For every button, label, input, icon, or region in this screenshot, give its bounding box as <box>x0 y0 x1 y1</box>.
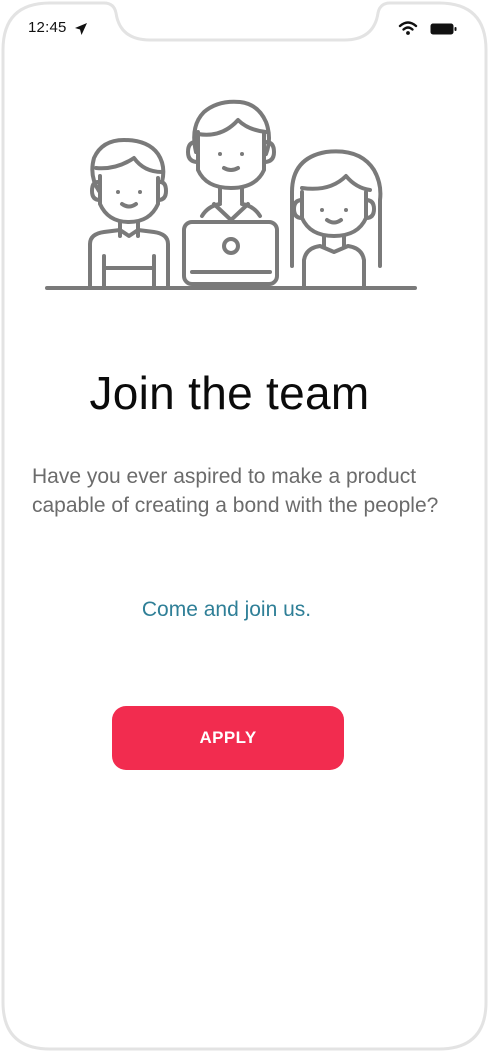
man-center-icon <box>182 99 279 286</box>
girl-right-icon <box>290 149 383 288</box>
boy-left-icon <box>88 138 170 288</box>
apply-button[interactable]: APPLY <box>112 706 344 770</box>
wifi-icon <box>398 21 418 35</box>
team-illustration-icon <box>45 99 417 290</box>
phone-screen: 12:45 Join the team Have you ever aspire… <box>0 0 489 1052</box>
status-time: 12:45 <box>28 19 67 36</box>
page-title: Join the team <box>89 367 370 419</box>
battery-icon <box>430 23 457 35</box>
description-text: Have you ever aspired to make a product … <box>32 465 439 517</box>
location-arrow-icon <box>75 23 87 35</box>
join-us-link[interactable]: Come and join us. <box>0 598 453 622</box>
